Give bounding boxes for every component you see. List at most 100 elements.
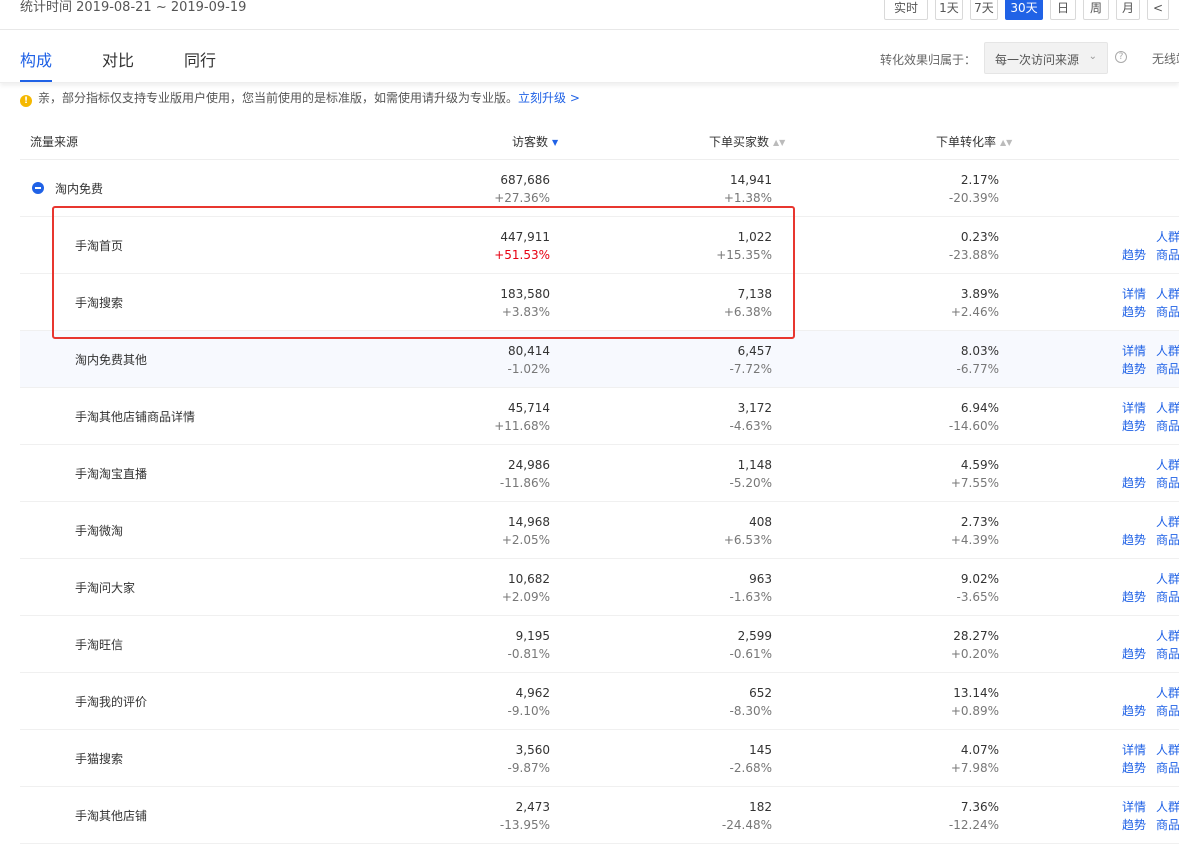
period-7day-button[interactable]: 7天	[970, 0, 998, 20]
attribution-label: 转化效果归属于：	[880, 53, 977, 67]
period-prev-button[interactable]: <	[1147, 0, 1169, 20]
visitors-delta: +2.05%	[501, 533, 550, 547]
cell-rate: 3.89% +2.46%	[879, 285, 999, 321]
visitors-delta: +11.68%	[494, 419, 550, 433]
tab-compare[interactable]: 对比	[102, 47, 134, 71]
visitors-delta: -0.81%	[507, 647, 550, 661]
detail-link[interactable]: 详情	[1122, 342, 1146, 360]
upgrade-link[interactable]: 立刻升级 >	[518, 91, 580, 105]
trend-link[interactable]: 趋势	[1122, 816, 1146, 834]
tab-peers[interactable]: 同行	[184, 47, 216, 71]
period-realtime-button[interactable]: 实时	[884, 0, 928, 20]
upgrade-notice: ! 亲，部分指标仅支持专业版用户使用，您当前使用的是标准版，如需使用请升级为专业版…	[20, 89, 580, 107]
audience-link[interactable]: 人群	[1156, 399, 1179, 417]
cell-visitors: 9,195 -0.81%	[430, 627, 550, 663]
row-source-name: 手淘旺信	[75, 638, 124, 652]
help-icon[interactable]: ?	[1115, 51, 1127, 63]
product-link[interactable]: 商品	[1156, 303, 1179, 321]
audience-link[interactable]: 人群	[1156, 342, 1179, 360]
trend-link[interactable]: 趋势	[1122, 360, 1146, 378]
audience-link[interactable]: 人群	[1156, 228, 1179, 246]
rate-value: 8.03%	[960, 344, 999, 358]
buyers-delta: -4.63%	[729, 419, 772, 433]
col-visitors[interactable]: 访客数 ▼	[512, 133, 558, 150]
cell-buyers: 182 -24.48%	[652, 798, 772, 834]
visitors-delta: -1.02%	[507, 362, 550, 376]
period-30day-button[interactable]: 30天	[1005, 0, 1043, 20]
product-link[interactable]: 商品	[1156, 360, 1179, 378]
product-link[interactable]: 商品	[1156, 246, 1179, 264]
audience-link[interactable]: 人群	[1156, 513, 1179, 531]
rate-delta: -3.65%	[956, 590, 999, 604]
col-buyers-label: 下单买家数	[709, 135, 770, 149]
sort-icon[interactable]: ▲▼	[773, 138, 785, 147]
audience-link[interactable]: 人群	[1156, 627, 1179, 645]
tab-active-underline	[20, 80, 52, 82]
audience-link[interactable]: 人群	[1156, 798, 1179, 816]
detail-link[interactable]: 详情	[1122, 741, 1146, 759]
tab-bar: 构成 对比 同行 转化效果归属于： 每一次访问来源 ⌄ ? 无线端	[0, 31, 1179, 83]
trend-link[interactable]: 趋势	[1122, 474, 1146, 492]
period-day-button[interactable]: 日	[1050, 0, 1076, 20]
buyers-value: 182	[749, 800, 772, 814]
audience-link[interactable]: 人群	[1156, 570, 1179, 588]
visitors-value: 3,560	[515, 743, 550, 757]
trend-link[interactable]: 趋势	[1122, 417, 1146, 435]
visitors-value: 80,414	[508, 344, 550, 358]
sort-icon[interactable]: ▲▼	[1000, 138, 1012, 147]
rate-delta: -23.88%	[948, 248, 999, 262]
audience-link[interactable]: 人群	[1156, 285, 1179, 303]
wireless-label[interactable]: 无线端	[1152, 50, 1179, 67]
highlight-box	[52, 206, 795, 339]
audience-link[interactable]: 人群	[1156, 684, 1179, 702]
col-rate[interactable]: 下单转化率 ▲▼	[936, 133, 1012, 150]
col-rate-label: 下单转化率	[936, 135, 997, 149]
col-buyers[interactable]: 下单买家数 ▲▼	[709, 133, 785, 150]
trend-link[interactable]: 趋势	[1122, 702, 1146, 720]
product-link[interactable]: 商品	[1156, 531, 1179, 549]
collapse-icon[interactable]	[32, 182, 44, 194]
tab-composition[interactable]: 构成	[20, 47, 52, 71]
attribution-select[interactable]: 每一次访问来源 ⌄	[984, 42, 1108, 74]
product-link[interactable]: 商品	[1156, 702, 1179, 720]
product-link[interactable]: 商品	[1156, 816, 1179, 834]
row-source-name: 手淘问大家	[75, 581, 136, 595]
period-1day-button[interactable]: 1天	[935, 0, 963, 20]
trend-link[interactable]: 趋势	[1122, 645, 1146, 663]
visitors-delta: -9.10%	[507, 704, 550, 718]
trend-link[interactable]: 趋势	[1122, 246, 1146, 264]
rate-delta: +7.55%	[950, 476, 999, 490]
product-link[interactable]: 商品	[1156, 759, 1179, 777]
period-month-button[interactable]: 月	[1116, 0, 1140, 20]
rate-value: 6.94%	[960, 401, 999, 415]
buyers-value: 3,172	[737, 401, 772, 415]
cell-visitors: 687,686 +27.36%	[430, 171, 550, 207]
buyers-value: 1,148	[737, 458, 772, 472]
audience-link[interactable]: 人群	[1156, 741, 1179, 759]
rate-delta: +2.46%	[950, 305, 999, 319]
row-source-name: 淘内免费	[55, 182, 104, 196]
trend-link[interactable]: 趋势	[1122, 759, 1146, 777]
trend-link[interactable]: 趋势	[1122, 531, 1146, 549]
detail-link[interactable]: 详情	[1122, 285, 1146, 303]
detail-link[interactable]: 详情	[1122, 399, 1146, 417]
notice-text: 亲，部分指标仅支持专业版用户使用，您当前使用的是标准版，如需使用请升级为专业版。	[38, 91, 519, 105]
trend-link[interactable]: 趋势	[1122, 303, 1146, 321]
cell-buyers: 3,172 -4.63%	[652, 399, 772, 435]
audience-link[interactable]: 人群	[1156, 456, 1179, 474]
cell-visitors: 3,560 -9.87%	[430, 741, 550, 777]
product-link[interactable]: 商品	[1156, 588, 1179, 606]
buyers-delta: +6.53%	[723, 533, 772, 547]
product-link[interactable]: 商品	[1156, 474, 1179, 492]
period-week-button[interactable]: 周	[1083, 0, 1109, 20]
sort-desc-icon[interactable]: ▼	[552, 138, 558, 147]
row-source-name: 手淘微淘	[75, 524, 124, 538]
product-link[interactable]: 商品	[1156, 645, 1179, 663]
table-header: 流量来源 访客数 ▼ 下单买家数 ▲▼ 下单转化率 ▲▼	[20, 122, 1179, 160]
detail-link[interactable]: 详情	[1122, 798, 1146, 816]
trend-link[interactable]: 趋势	[1122, 588, 1146, 606]
cell-buyers: 1,148 -5.20%	[652, 456, 772, 492]
product-link[interactable]: 商品	[1156, 417, 1179, 435]
rate-value: 7.36%	[960, 800, 999, 814]
visitors-delta: -9.87%	[507, 761, 550, 775]
